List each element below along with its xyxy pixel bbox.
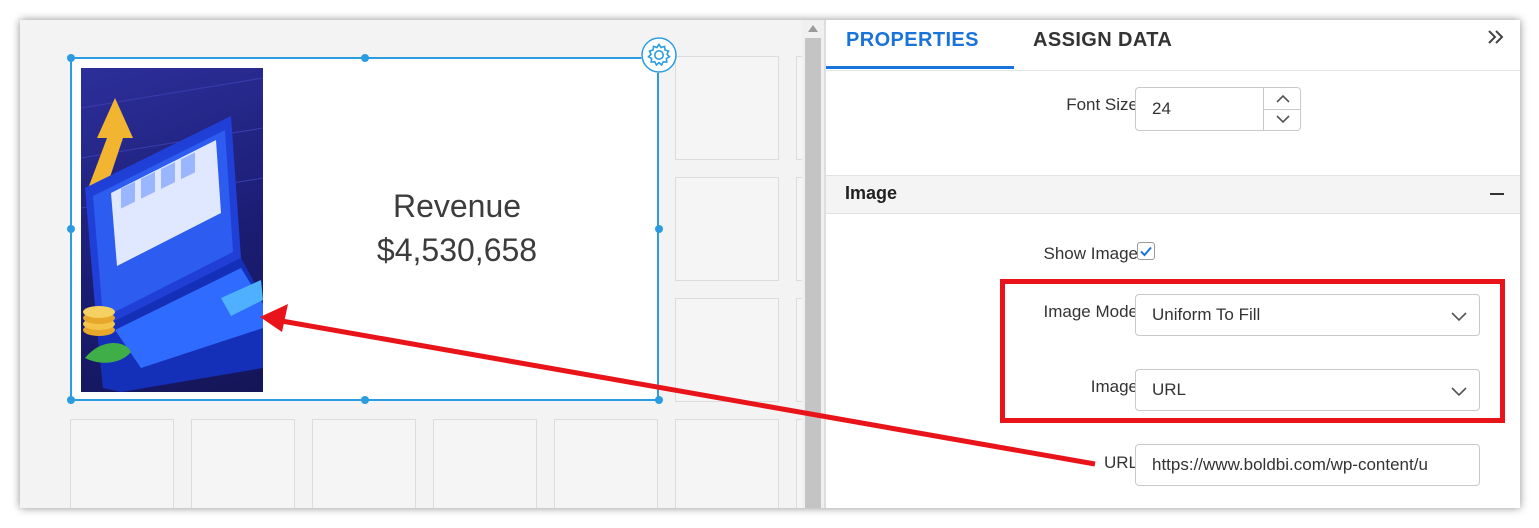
resize-handle-bottom-right[interactable] <box>655 396 663 404</box>
url-input[interactable]: https://www.boldbi.com/wp-content/u <box>1135 444 1480 486</box>
chevron-double-right-icon[interactable] <box>1486 26 1506 48</box>
grid-cell <box>433 419 537 508</box>
active-tab-indicator <box>826 66 1014 69</box>
highlight-box <box>1000 279 1505 423</box>
resize-handle-bottom[interactable] <box>361 396 369 404</box>
grid-cell <box>675 56 779 160</box>
scroll-up-icon[interactable] <box>808 25 818 32</box>
resize-handle-top[interactable] <box>361 54 369 62</box>
grid-cell <box>675 419 779 508</box>
widget-image <box>81 68 263 392</box>
resize-handle-right[interactable] <box>655 225 663 233</box>
widget-value: $4,530,658 <box>376 232 538 268</box>
grid-cell <box>312 419 416 508</box>
canvas-scrollbar[interactable] <box>802 20 824 508</box>
grid-cell <box>675 177 779 281</box>
font-size-stepper[interactable]: 24 <box>1135 87 1301 131</box>
widget-text: Revenue $4,530,658 <box>272 184 642 272</box>
grid-cell <box>70 419 174 508</box>
resize-handle-bottom-left[interactable] <box>67 396 75 404</box>
stepper-divider <box>1264 109 1300 110</box>
grid-cell <box>554 419 658 508</box>
card-widget[interactable]: Revenue $4,530,658 <box>67 54 663 404</box>
grid-cell <box>675 298 779 402</box>
widget-title: Revenue <box>392 188 522 224</box>
chevron-up-icon[interactable] <box>1274 93 1292 105</box>
image-section-header[interactable]: Image <box>826 175 1520 214</box>
show-image-checkbox[interactable] <box>1137 242 1155 260</box>
gear-icon[interactable] <box>641 37 677 73</box>
grid-cell <box>191 419 295 508</box>
tab-properties[interactable]: PROPERTIES <box>846 20 979 68</box>
font-size-label: Font Size <box>1066 95 1138 114</box>
resize-handle-top-left[interactable] <box>67 54 75 62</box>
url-label: URL <box>1103 453 1138 472</box>
minus-icon[interactable] <box>1490 193 1504 195</box>
scroll-thumb[interactable] <box>805 38 821 508</box>
image-section-title: Image <box>845 183 898 203</box>
resize-handle-left[interactable] <box>67 225 75 233</box>
design-canvas[interactable]: Revenue $4,530,658 <box>20 20 802 508</box>
panel-tabs: PROPERTIES ASSIGN DATA <box>826 20 1520 71</box>
tab-assign-data[interactable]: ASSIGN DATA <box>1033 20 1172 68</box>
url-value: https://www.boldbi.com/wp-content/u <box>1152 455 1428 474</box>
font-size-value: 24 <box>1152 99 1171 118</box>
laptop-illustration <box>81 77 263 392</box>
properties-panel: PROPERTIES ASSIGN DATA Font Size 24 Imag… <box>826 20 1520 508</box>
show-image-label: Show Image <box>1043 244 1139 263</box>
check-icon <box>1140 246 1152 257</box>
screenshot-frame: Revenue $4,530,658 PROPERTIES ASSIGN DAT… <box>20 20 1520 508</box>
chevron-down-icon[interactable] <box>1274 113 1292 125</box>
